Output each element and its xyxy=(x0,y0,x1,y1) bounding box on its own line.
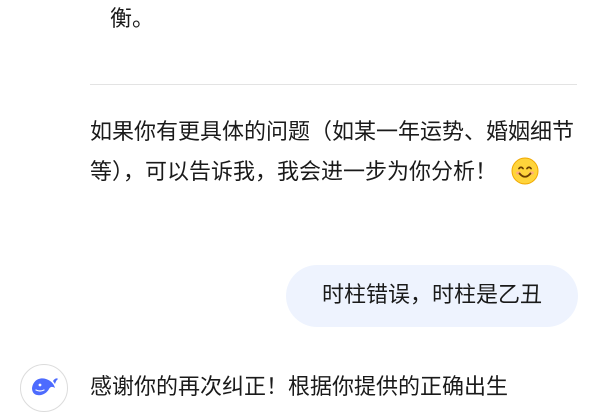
previous-ai-message-tail: 衡。 xyxy=(110,7,155,32)
user-message-text: 时柱错误，时柱是乙丑 xyxy=(321,283,542,308)
message-divider xyxy=(90,84,577,85)
user-message-bubble[interactable]: 时柱错误，时柱是乙丑 xyxy=(286,265,578,327)
ai-message-text: 如果你有更具体的问题（如某一年运势、婚姻细节等），可以告诉我，我会进一步为你分析… xyxy=(90,120,575,185)
ai-message-paragraph: 如果你有更具体的问题（如某一年运势、婚姻细节等），可以告诉我，我会进一步为你分析… xyxy=(90,113,580,193)
whale-logo-icon xyxy=(28,370,60,406)
chat-thread: 衡。 如果你有更具体的问题（如某一年运势、婚姻细节等），可以告诉我，我会进一步为… xyxy=(0,0,600,412)
ai-avatar xyxy=(20,364,68,412)
next-ai-message-text: 感谢你的再次纠正！根据你提供的正确出生 xyxy=(90,375,509,400)
smiling-face-emoji-icon xyxy=(511,157,539,185)
